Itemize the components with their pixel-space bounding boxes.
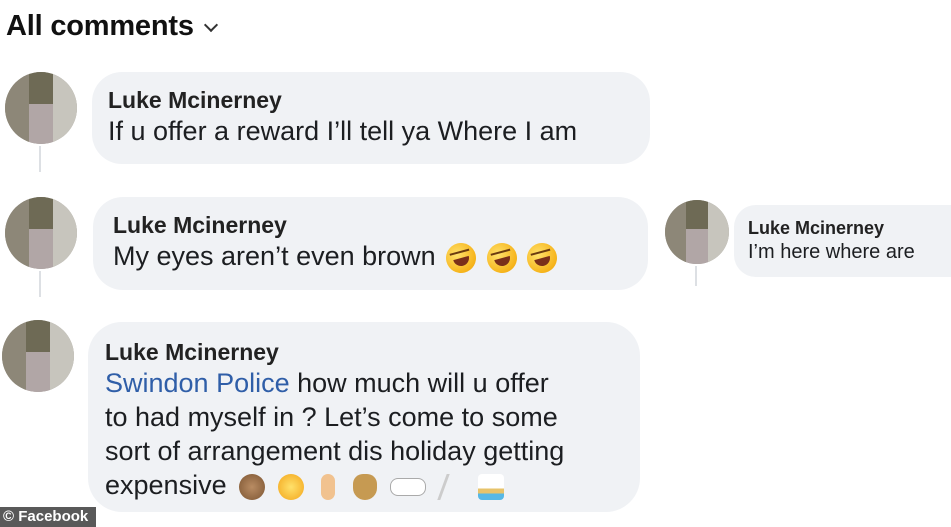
- image-credit: © Facebook: [0, 507, 97, 527]
- avatar[interactable]: [2, 320, 74, 392]
- comment-author[interactable]: Luke Mcinerney: [108, 86, 650, 114]
- desert-island-icon: [478, 473, 505, 500]
- chevron-down-icon: [203, 17, 218, 32]
- avatar[interactable]: [5, 197, 77, 269]
- comment-text: expensive: [105, 470, 227, 500]
- running-person-icon: [436, 473, 472, 500]
- comment-author[interactable]: Luke Mcinerney: [113, 211, 648, 239]
- comment-bubble: Luke Mcinerney I’m here where are: [734, 205, 951, 277]
- comment-text: sort of arrangement dis holiday getting: [105, 436, 565, 466]
- comment-author[interactable]: Luke Mcinerney: [105, 338, 640, 366]
- comment-text-line: expensive: [105, 468, 640, 502]
- comment-text: to had myself in ? Let’s come to some: [105, 402, 558, 432]
- thread-line: [39, 146, 41, 172]
- pointing-finger-icon: [321, 473, 336, 500]
- thread-line: [695, 266, 697, 286]
- money-bag-icon: [352, 473, 377, 500]
- comment-author[interactable]: Luke Mcinerney: [748, 217, 951, 239]
- rolling-on-floor-laughing-icon: [483, 239, 521, 277]
- comment-text: If u offer a reward I’ll tell ya Where I…: [108, 116, 578, 146]
- comment-text: I’m here where are: [748, 241, 915, 263]
- rolling-on-floor-laughing-icon: [442, 239, 480, 277]
- thread-line: [39, 271, 41, 297]
- comments-filter-dropdown[interactable]: All comments: [6, 10, 218, 43]
- avatar[interactable]: [665, 200, 729, 264]
- comment-bubble: Luke Mcinerney If u offer a reward I’ll …: [92, 72, 650, 164]
- winking-tongue-face-icon: [277, 473, 304, 500]
- comments-filter-label: All comments: [6, 10, 194, 42]
- rolling-on-floor-laughing-icon: [523, 239, 561, 277]
- see-no-evil-monkey-icon: [239, 473, 266, 500]
- eyes-icon: [390, 477, 427, 496]
- comment-text-line: Swindon Police how much will u offer: [105, 366, 640, 400]
- comment-bubble: Luke Mcinerney My eyes aren’t even brown: [93, 197, 648, 290]
- mention-link[interactable]: Swindon Police: [105, 368, 290, 398]
- avatar[interactable]: [5, 72, 77, 144]
- comment-text: My eyes aren’t even brown: [113, 241, 436, 271]
- comment-text-row: My eyes aren’t even brown: [113, 239, 648, 277]
- comment-bubble: Luke Mcinerney Swindon Police how much w…: [88, 322, 640, 512]
- comment-text: how much will u offer: [289, 368, 549, 398]
